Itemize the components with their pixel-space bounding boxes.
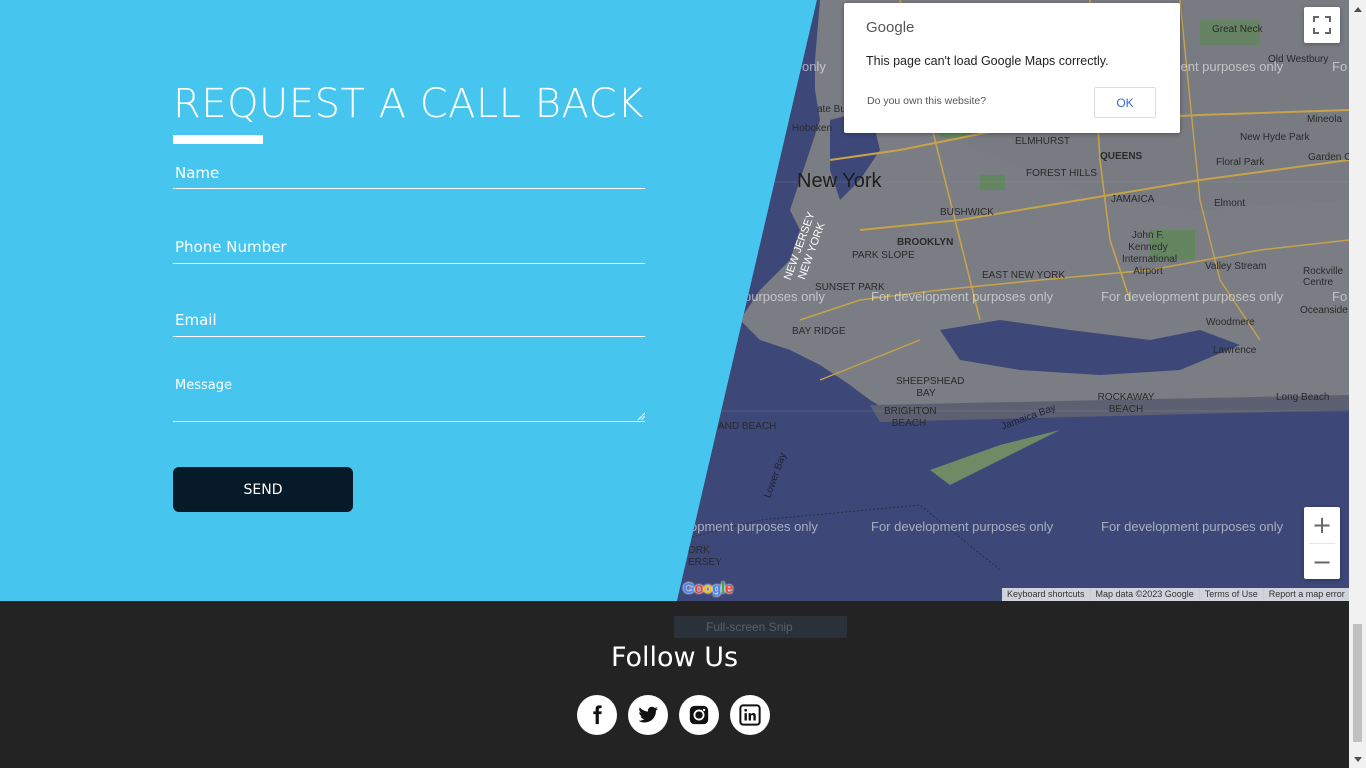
map-label-rockaway-beach: ROCKAWAY BEACH [1097,392,1155,415]
email-input[interactable] [173,305,645,335]
google-logo-letter: o [703,580,713,597]
dialog-ok-button[interactable]: OK [1094,87,1156,118]
terms-of-use-link[interactable]: Terms of Use [1198,588,1263,601]
dev-watermark: For development purposes only [871,519,1054,534]
map-label-queens: QUEENS [1100,151,1143,162]
map-label-oceanside: Oceanside [1300,305,1348,316]
social-links [577,695,770,735]
twitter-icon [638,706,658,723]
map-label-woodmere: Woodmere [1206,317,1255,328]
map-label-park-slope: PARK SLOPE [852,250,915,261]
page-scrollbar[interactable] [1349,0,1366,768]
title-underline [173,135,263,144]
name-input[interactable] [173,158,645,188]
map-label-jamaica: JAMAICA [1111,194,1155,205]
map-label-east-new-york: EAST NEW YORK [982,270,1065,281]
map-label-garden-city: Garden C [1308,152,1349,163]
map-label-floral-park: Floral Park [1216,157,1265,168]
phone-input[interactable] [173,232,645,262]
instagram-icon [689,705,709,725]
map-label-great-neck: Great Neck [1212,24,1263,35]
map-label-bay-ridge: BAY RIDGE [792,326,846,337]
chevron-up-icon [1353,6,1362,12]
full-screen-snip-chip: Full-screen Snip [674,616,847,638]
google-logo-letter: g [712,580,721,597]
google-logo-letter: e [724,580,733,597]
map-data-text: Map data ©2023 Google [1089,588,1199,601]
map-label-valley-stream: Valley Stream [1205,261,1267,272]
map-label-jfk: John F. Kennedy International Airport [1122,230,1178,277]
dev-watermark: opment purposes only [690,519,818,534]
dev-watermark: Fo [1332,289,1348,304]
map-label-forest-hills: FOREST HILLS [1026,168,1097,179]
phone-field [173,232,645,264]
map-attribution-bar: Keyboard shortcuts Map data ©2023 Google… [1002,588,1350,601]
facebook-icon [593,705,602,725]
dev-watermark: For development purposes only [1101,289,1284,304]
map-label-york-jersey: ORK ERSEY [688,545,722,568]
map-label-rockville: Rockville Centre [1303,266,1344,288]
resize-grip-icon[interactable] [637,412,645,420]
map-label-lawrence: Lawrence [1213,345,1257,356]
email-field [173,305,645,337]
message-textarea[interactable] [173,374,645,420]
chevron-down-icon [1353,756,1362,762]
google-logo-letter: o [694,580,704,597]
map-label-hoboken: Hoboken [792,123,833,134]
google-logo[interactable]: Google [683,580,733,597]
google-logo-letter: G [683,580,695,597]
dev-watermark: For development purposes only [1101,519,1284,534]
map-label-island-beach: AND BEACH [718,421,777,432]
map-label-new-hyde-park: New Hyde Park [1240,132,1310,143]
dialog-message: This page can't load Google Maps correct… [866,54,1109,68]
zoom-out-button[interactable]: − [1304,544,1340,580]
scroll-down-arrow[interactable] [1349,751,1366,768]
map-label-sheepshead-bay: SHEEPSHEAD BAY [896,376,965,399]
callback-form: REQUEST A CALL BACK SEND [173,80,645,512]
own-website-link[interactable]: Do you own this website? [867,95,986,107]
linkedin-button[interactable] [730,695,770,735]
dev-watermark: Fo [1332,59,1348,74]
dialog-brand: Google [866,19,915,36]
map-label-bushwick: BUSHWICK [940,207,994,218]
send-button[interactable]: SEND [173,467,353,512]
report-map-error-link[interactable]: Report a map error [1262,588,1350,601]
map-label-brooklyn: BROOKLYN [897,237,954,248]
linkedin-icon [739,704,761,726]
follow-us-title: Follow Us [610,642,739,673]
keyboard-shortcuts-link[interactable]: Keyboard shortcuts [1002,588,1090,601]
map-label-elmhurst: ELMHURST [1015,136,1071,147]
facebook-button[interactable] [577,695,617,735]
twitter-button[interactable] [628,695,668,735]
zoom-controls: + − [1304,507,1340,579]
footer: Full-screen Snip Follow Us [0,601,1349,768]
form-title: REQUEST A CALL BACK [173,81,644,127]
dev-watermark: only [802,59,826,74]
maps-error-dialog: Google This page can't load Google Maps … [844,3,1180,133]
dev-watermark: For development purposes only [871,289,1054,304]
map-label-mineola: Mineola [1307,114,1343,125]
message-field [173,374,645,422]
dev-watermark: purposes only [744,289,825,304]
map-label-elmont: Elmont [1214,198,1246,209]
map-city-label: New York [797,170,882,192]
fullscreen-icon [1313,16,1331,34]
map-label-brighton-beach: BRIGHTON BEACH [884,406,937,429]
fullscreen-button[interactable] [1304,7,1340,43]
scroll-up-arrow[interactable] [1349,0,1366,17]
instagram-button[interactable] [679,695,719,735]
map-label-long-beach: Long Beach [1276,392,1330,403]
zoom-in-button[interactable]: + [1304,507,1340,543]
name-field [173,158,645,189]
scrollbar-thumb[interactable] [1353,624,1362,742]
